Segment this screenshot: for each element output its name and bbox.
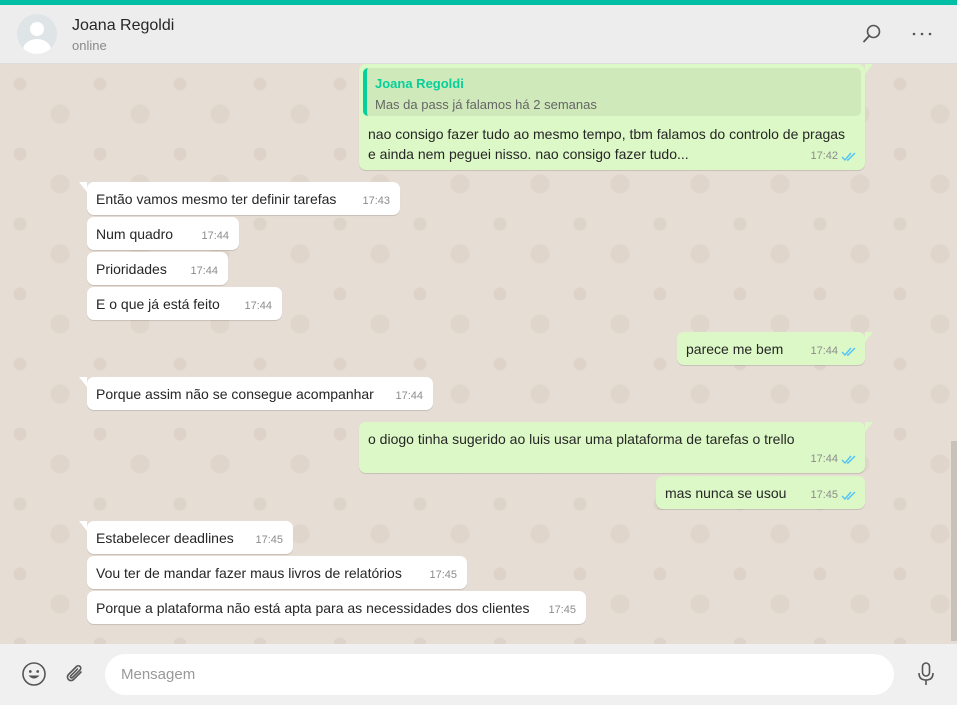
message-time: 17:42 [810, 146, 857, 166]
message-bubble-incoming[interactable]: E o que já está feito 17:44 [87, 287, 282, 320]
read-receipt-icon [841, 455, 856, 464]
message-text: E o que já está feito [96, 296, 220, 312]
bubble-tail [865, 332, 873, 342]
time-label: 17:44 [810, 453, 838, 465]
message-bubble-incoming[interactable]: Porque assim não se consegue acompanhar … [79, 377, 433, 410]
message-time: 17:44 [395, 390, 423, 402]
message-bubble-incoming[interactable]: Vou ter de mandar fazer maus livros de r… [87, 556, 467, 589]
read-receipt-icon [841, 491, 856, 500]
quoted-message[interactable]: Joana Regoldi Mas da pass já falamos há … [363, 68, 861, 116]
message-bubble-incoming[interactable]: Então vamos mesmo ter definir tarefas 17… [79, 182, 400, 215]
microphone-icon [918, 662, 934, 685]
message-text: e ainda nem peguei nisso. nao consigo fa… [368, 146, 689, 162]
message-bubble-incoming[interactable]: Porque a plataforma não está apta para a… [87, 591, 586, 624]
composer-bar [0, 644, 957, 705]
voice-message-button[interactable] [911, 659, 941, 689]
menu-button[interactable] [907, 19, 937, 49]
message-bubble-outgoing[interactable]: mas nunca se usou 17:45 [656, 476, 865, 509]
message-input[interactable] [105, 654, 894, 695]
search-icon [863, 24, 881, 43]
time-label: 17:42 [810, 150, 838, 162]
time-label: 17:45 [810, 489, 838, 501]
message-bubble-outgoing[interactable]: o diogo tinha sugerido ao luis usar uma … [359, 422, 873, 473]
contact-name[interactable]: Joana Regoldi [72, 17, 174, 35]
bubble-tail [79, 521, 87, 531]
message-bubble-incoming[interactable]: Prioridades 17:44 [87, 252, 228, 285]
avatar-body [23, 39, 51, 54]
more-horizontal-icon [912, 32, 932, 36]
message-text: Porque assim não se consegue acompanhar [96, 386, 374, 402]
read-receipt-icon [841, 347, 856, 356]
quoted-author: Joana Regoldi [375, 76, 464, 91]
emoji-button[interactable] [19, 659, 49, 689]
chat-header: Joana Regoldi online [0, 5, 957, 64]
message-bubble-incoming[interactable]: Estabelecer deadlines 17:45 [79, 521, 293, 554]
bubble-tail [79, 377, 87, 387]
read-receipt-icon [841, 152, 856, 161]
message-time: 17:44 [810, 449, 857, 469]
message-text: parece me bem [686, 341, 784, 357]
bubble-tail [865, 422, 873, 432]
time-label: 17:44 [810, 345, 838, 357]
quoted-text: Mas da pass já falamos há 2 semanas [375, 97, 597, 112]
message-text: Vou ter de mandar fazer maus livros de r… [96, 565, 402, 581]
message-bubble-outgoing[interactable]: parece me bem 17:44 [677, 332, 873, 365]
message-text: Num quadro [96, 226, 174, 242]
avatar-head [30, 22, 44, 36]
message-bubble-incoming[interactable]: Num quadro 17:44 [87, 217, 239, 250]
message-text: Prioridades [96, 261, 167, 277]
emoji-icon [22, 662, 46, 686]
message-text: mas nunca se usou [665, 485, 787, 501]
message-text: o diogo tinha sugerido ao luis usar uma … [368, 431, 795, 447]
message-time: 17:45 [548, 604, 576, 616]
message-text: Então vamos mesmo ter definir tarefas [96, 191, 337, 207]
bubble-tail [79, 182, 87, 192]
attach-button[interactable] [60, 659, 90, 689]
bubble-tail [865, 64, 873, 74]
message-list[interactable]: Joana Regoldi Mas da pass já falamos há … [0, 64, 957, 644]
message-text: Estabelecer deadlines [96, 530, 234, 546]
message-bubble-outgoing[interactable]: Joana Regoldi Mas da pass já falamos há … [359, 64, 873, 170]
message-time: 17:45 [255, 534, 283, 546]
scrollbar[interactable] [951, 441, 957, 641]
message-time: 17:44 [201, 230, 229, 242]
search-button[interactable] [857, 19, 887, 49]
message-time: 17:43 [362, 195, 390, 207]
message-time: 17:44 [810, 341, 857, 361]
message-time: 17:45 [429, 569, 457, 581]
contact-status: online [72, 38, 107, 53]
message-time: 17:45 [810, 485, 857, 505]
message-text: nao consigo fazer tudo ao mesmo tempo, t… [368, 126, 846, 142]
paperclip-icon [66, 665, 82, 682]
message-text: Porque a plataforma não está apta para a… [96, 600, 530, 616]
message-time: 17:44 [244, 300, 272, 312]
avatar[interactable] [17, 14, 57, 54]
message-time: 17:44 [190, 265, 218, 277]
